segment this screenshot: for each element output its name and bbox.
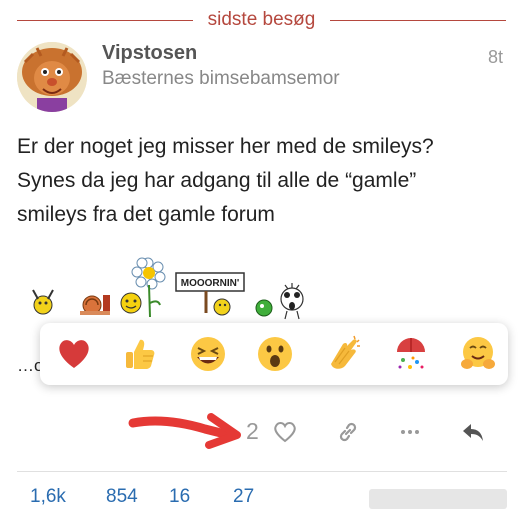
reply-icon bbox=[463, 424, 483, 441]
ellipsis-icon bbox=[401, 430, 419, 434]
stat-users: 27 bbox=[233, 486, 255, 507]
shocked-smiley-icon bbox=[280, 283, 304, 320]
heart-outline-icon bbox=[274, 422, 296, 443]
divider-line-left bbox=[17, 20, 193, 21]
like-count[interactable]: 2 bbox=[246, 418, 259, 445]
confetti-ball-icon bbox=[397, 338, 425, 369]
copy-link-button[interactable] bbox=[335, 419, 361, 445]
stat-views: 1,6k bbox=[30, 486, 66, 507]
more-actions-button[interactable] bbox=[397, 419, 423, 445]
like-button[interactable] bbox=[272, 419, 298, 445]
last-visit-label: sidste besøg bbox=[207, 9, 316, 30]
thumbsup-reaction[interactable] bbox=[119, 334, 159, 374]
annotation-arrow-icon bbox=[125, 405, 245, 455]
flower-smiley-icon bbox=[120, 257, 166, 318]
bee-smiley-icon bbox=[32, 289, 54, 315]
thumbsup-icon bbox=[126, 339, 155, 369]
user-title: Bæsternes bimsebamsemor bbox=[102, 68, 340, 89]
summary-button[interactable] bbox=[369, 489, 507, 509]
post-body-line: smileys fra det gamle forum bbox=[17, 203, 275, 226]
good-morning-sign-smiley-icon: MOOORNIN' bbox=[175, 272, 245, 316]
stat-likes: 854 bbox=[106, 486, 138, 507]
heart-icon bbox=[59, 340, 89, 368]
heart-reaction[interactable] bbox=[54, 334, 94, 374]
hug-reaction[interactable] bbox=[458, 334, 498, 374]
link-icon bbox=[339, 422, 357, 442]
smileys-row: MOOORNIN' bbox=[0, 255, 330, 325]
clapping-hands-icon bbox=[331, 335, 360, 369]
username[interactable]: Vipstosen bbox=[102, 42, 197, 65]
laughing-face-icon bbox=[191, 337, 225, 371]
post-body-line: Er der noget jeg misser her med de smile… bbox=[17, 135, 434, 158]
reaction-picker bbox=[40, 323, 508, 385]
sign-text: MOOORNIN' bbox=[181, 278, 240, 289]
hugging-face-icon bbox=[461, 337, 495, 369]
reply-button[interactable] bbox=[460, 419, 486, 445]
open-mouth-reaction[interactable] bbox=[255, 334, 295, 374]
stat-links: 16 bbox=[169, 486, 191, 507]
post-date[interactable]: 8t bbox=[488, 47, 503, 68]
green-smiley-icon bbox=[255, 299, 273, 317]
post-body: Er der noget jeg misser her med de smile… bbox=[17, 130, 507, 232]
post-divider bbox=[17, 471, 507, 472]
snail-smiley-icon bbox=[80, 295, 110, 315]
post-body-line: Synes da jeg har adgang til alle de “gam… bbox=[17, 169, 417, 192]
clap-reaction[interactable] bbox=[323, 334, 363, 374]
confetti-reaction[interactable] bbox=[391, 334, 431, 374]
divider-line-right bbox=[330, 20, 506, 21]
last-visit-divider: sidste besøg bbox=[0, 10, 521, 30]
open-mouth-face-icon bbox=[258, 337, 292, 371]
avatar[interactable] bbox=[17, 42, 87, 112]
laughing-reaction[interactable] bbox=[188, 334, 228, 374]
